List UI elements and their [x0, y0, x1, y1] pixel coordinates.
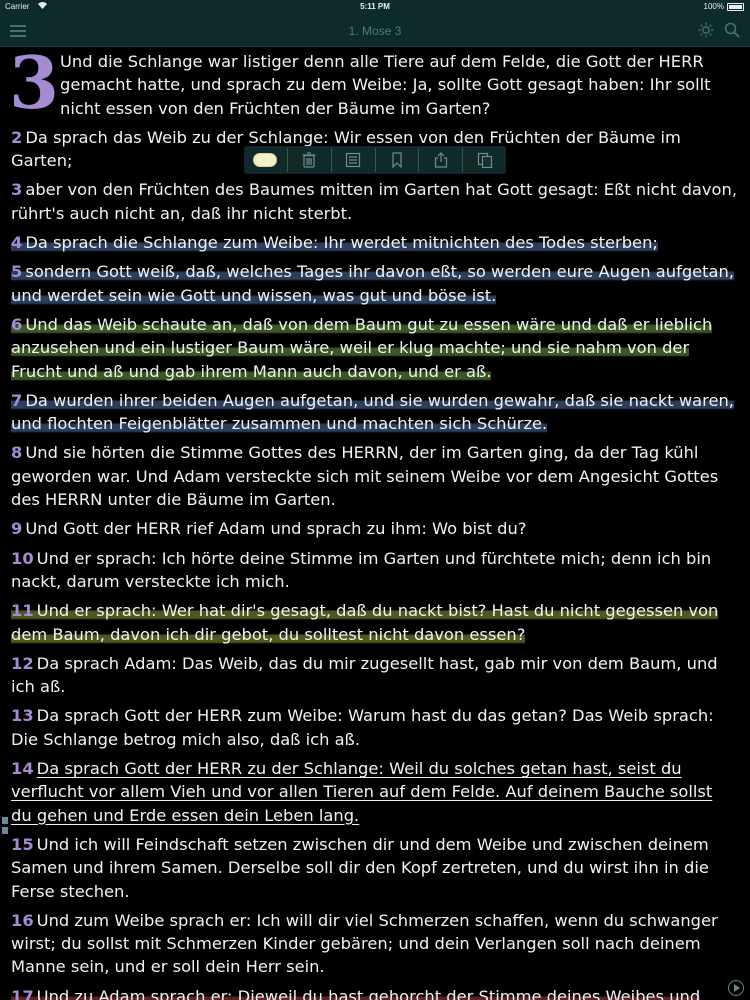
- verse-number: 16: [11, 910, 34, 930]
- verse-text: Da sprach Adam: Das Weib, das du mir zug…: [11, 653, 718, 697]
- trash-icon[interactable]: [288, 146, 331, 174]
- bookmark-icon[interactable]: [375, 146, 418, 174]
- verse-4[interactable]: 4 Da sprach die Schlange zum Weibe: Ihr w…: [11, 231, 738, 254]
- verse-number: 2: [11, 127, 23, 147]
- verse-17[interactable]: 17 Und zu Adam sprach er: Dieweil du hast…: [11, 985, 738, 1000]
- verse-number: 10: [11, 548, 34, 568]
- verse-7[interactable]: 7 Da wurden ihrer beiden Augen aufgetan, …: [11, 389, 738, 436]
- verse-5[interactable]: 5 sondern Gott weiß, daß, welches Tages i…: [11, 260, 738, 307]
- verse-text-highlighted: Und zu Adam sprach er: Dieweil du hast g…: [36, 986, 701, 1000]
- verse-text-highlighted: Und das Weib schaute an, daß von dem Bau…: [11, 314, 713, 381]
- verse-15[interactable]: 15 Und ich will Feindschaft setzen zwisch…: [11, 833, 738, 903]
- note-marker-icon[interactable]: [2, 817, 8, 835]
- play-audio-icon[interactable]: [728, 980, 744, 996]
- verse-number: 11: [11, 601, 34, 621]
- verse-16[interactable]: 16 Und zum Weibe sprach er: Ich will dir …: [11, 909, 738, 979]
- status-bar: Carrier 5:11 PM 100%: [0, 0, 750, 14]
- verse-1[interactable]: 3 Und die Schlange war listiger denn all…: [9, 47, 738, 125]
- verse-text-highlighted: Und er sprach: Wer hat dir's gesagt, daß…: [11, 601, 719, 644]
- verse-text: Und zum Weibe sprach er: Ich will dir vi…: [11, 910, 718, 977]
- verse-text-underlined: Da sprach Gott der HERR zu der Schlange:…: [11, 759, 713, 825]
- highlight-color-icon[interactable]: [244, 146, 287, 174]
- verse-number: 14: [11, 759, 34, 779]
- verse-number: 4: [11, 233, 23, 253]
- copy-icon[interactable]: [463, 146, 506, 174]
- sun-icon[interactable]: [698, 22, 714, 38]
- verse-number: 17: [11, 986, 34, 1000]
- chapter-title[interactable]: 1. Mose 3: [0, 24, 750, 38]
- verse-number: 5: [11, 262, 23, 282]
- verse-text-highlighted: Da sprach die Schlange zum Weibe: Ihr we…: [25, 233, 658, 253]
- verse-text: aber von den Früchten des Baumes mitten …: [11, 180, 737, 223]
- verse-number: 3: [11, 180, 23, 200]
- verse-number: 6: [11, 314, 23, 334]
- verse-number: 9: [11, 519, 23, 539]
- verse-text: Und er sprach: Ich hörte deine Stimme im…: [11, 548, 712, 591]
- selection-toolbar: [244, 146, 506, 174]
- verse-11[interactable]: 11 Und er sprach: Wer hat dir's gesagt, d…: [11, 599, 738, 646]
- verse-3[interactable]: 3 aber von den Früchten des Baumes mitten…: [11, 178, 738, 225]
- verse-text: Und Gott der HERR rief Adam und sprach z…: [25, 519, 527, 539]
- verse-8[interactable]: 8 Und sie hörten die Stimme Gottes des HE…: [11, 441, 738, 511]
- verse-10[interactable]: 10 Und er sprach: Ich hörte deine Stimme …: [11, 547, 738, 594]
- verse-text-highlighted: sondern Gott weiß, daß, welches Tages ih…: [11, 262, 735, 305]
- share-icon[interactable]: [419, 146, 462, 174]
- verse-number: 15: [11, 834, 34, 854]
- verse-text: Da sprach Gott der HERR zum Weibe: Warum…: [11, 706, 714, 749]
- battery-icon: [727, 3, 744, 11]
- verse-text: Und sie hörten die Stimme Gottes des HER…: [11, 443, 719, 510]
- verse-number: 13: [11, 706, 34, 726]
- battery-percentage: 100%: [703, 2, 724, 11]
- search-icon[interactable]: [724, 22, 740, 38]
- bible-text-area[interactable]: 3 Und die Schlange war listiger denn all…: [0, 47, 750, 1000]
- verse-14[interactable]: 14 Da sprach Gott der HERR zu der Schlang…: [11, 757, 738, 827]
- note-icon[interactable]: [332, 146, 375, 174]
- verse-text: Und ich will Feindschaft setzen zwischen…: [11, 834, 709, 901]
- verse-number: 7: [11, 390, 23, 410]
- verse-text-highlighted: Da wurden ihrer beiden Augen aufgetan, u…: [11, 390, 734, 434]
- chapter-number-dropcap: 3: [9, 47, 60, 125]
- verse-6[interactable]: 6 Und das Weib schaute an, daß von dem Ba…: [11, 313, 738, 383]
- navigation-bar: 1. Mose 3: [0, 14, 750, 47]
- verse-number: 8: [11, 443, 23, 463]
- status-time: 5:11 PM: [360, 2, 390, 11]
- verse-number: 12: [11, 653, 34, 673]
- verse-1-text: Und die Schlange war listiger denn alle …: [60, 52, 711, 118]
- verse-13[interactable]: 13 Da sprach Gott der HERR zum Weibe: War…: [11, 704, 738, 751]
- verse-9[interactable]: 9 Und Gott der HERR rief Adam und sprach …: [11, 517, 738, 540]
- verse-12[interactable]: 12 Da sprach Adam: Das Weib, das du mir z…: [11, 652, 738, 699]
